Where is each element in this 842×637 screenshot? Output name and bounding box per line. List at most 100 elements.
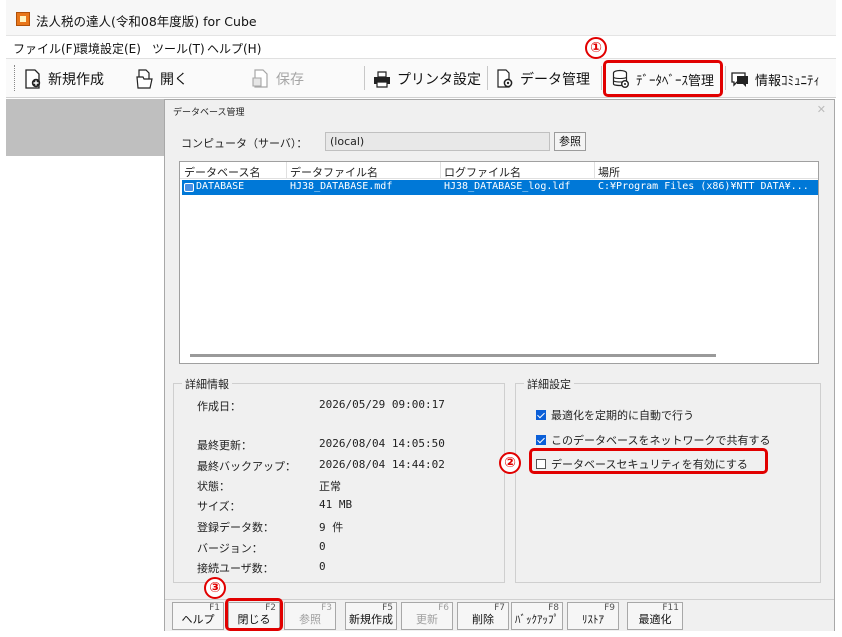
menu-file[interactable]: ファイル(F) <box>13 40 77 57</box>
fkey-label: ﾊﾞｯｸｱｯﾌﾟ <box>515 613 559 626</box>
network-share-label: このデータベースをネットワークで共有する <box>551 434 771 447</box>
column-location[interactable]: 場所 <box>598 164 620 180</box>
save-button-label: 保存 <box>276 72 304 88</box>
database-list[interactable]: データベース名 データファイル名 ログファイル名 場所 DATABASE HJ3… <box>179 161 819 364</box>
size-value: 41 MB <box>319 498 353 511</box>
f1-help-button[interactable]: F1 ヘルプ <box>172 602 224 630</box>
app-title: 法人税の達人(令和08年度版) for Cube <box>36 14 257 29</box>
checkbox-checked-icon <box>536 410 546 420</box>
info-community-button[interactable]: 情報ｺﾐｭﾆﾃｨ <box>731 63 820 95</box>
fkey-label: ヘルプ <box>181 613 215 626</box>
auto-optimize-label: 最適化を定期的に自動で行う <box>551 409 694 422</box>
new-document-icon <box>25 69 41 89</box>
toolbar-separator <box>601 66 602 90</box>
status-label: 状態： <box>197 480 230 493</box>
fkey-label: 参照 <box>299 613 321 626</box>
size-label: サイズ： <box>197 500 241 513</box>
horizontal-scrollbar[interactable] <box>190 354 716 357</box>
database-icon <box>184 183 194 192</box>
new-button[interactable]: 新規作成 <box>24 63 104 95</box>
last-updated-value: 2026/08/04 14:05:50 <box>319 437 445 450</box>
save-icon <box>252 69 268 88</box>
cell-location: C:¥Program Files (x86)¥NTT DATA¥... <box>598 181 809 192</box>
record-count-value: 9 件 <box>319 521 344 534</box>
toolbar-separator <box>364 66 365 90</box>
data-management-button[interactable]: データ管理 <box>496 63 590 95</box>
save-button[interactable]: 保存 <box>252 63 304 95</box>
speech-bubble-icon <box>731 72 748 87</box>
new-button-label: 新規作成 <box>48 72 104 88</box>
toolbar-separator <box>487 66 488 90</box>
info-community-label: 情報ｺﾐｭﾆﾃｨ <box>755 73 821 89</box>
column-log-file[interactable]: ログファイル名 <box>444 164 521 180</box>
checkbox-checked-icon <box>536 435 546 445</box>
annotation-2: ② <box>499 452 521 474</box>
f9-restore-button[interactable]: F9 ﾘｽﾄｱ <box>567 602 619 630</box>
f6-update-button[interactable]: F6 更新 <box>401 602 453 630</box>
printer-settings-button[interactable]: プリンタ設定 <box>373 63 481 95</box>
settings-group-title: 詳細設定 <box>524 376 574 392</box>
fkey-label: 最適化 <box>638 613 672 626</box>
last-backup-value: 2026/08/04 14:44:02 <box>319 458 445 471</box>
fkey-label: 更新 <box>416 613 438 626</box>
close-icon[interactable]: ✕ <box>817 103 826 116</box>
menu-settings[interactable]: 環境設定(E) <box>76 40 141 57</box>
title-bar: 法人税の達人(令和08年度版) for Cube <box>6 0 836 36</box>
data-document-gear-icon <box>497 69 513 88</box>
version-label: バージョン： <box>197 542 263 555</box>
open-folder-icon <box>136 69 153 89</box>
table-row[interactable]: DATABASE HJ38_DATABASE.mdf HJ38_DATABASE… <box>182 180 818 195</box>
last-backup-label: 最終バックアップ： <box>197 460 296 473</box>
record-count-label: 登録データ数： <box>197 521 274 534</box>
details-group-title: 詳細情報 <box>182 376 232 392</box>
f11-optimize-button[interactable]: F11 最適化 <box>627 602 683 630</box>
annotation-1: ① <box>585 37 607 59</box>
computer-label: コンピュータ（サーバ）： <box>181 137 308 150</box>
connected-users-value: 0 <box>319 560 326 573</box>
database-management-dialog: データベース管理 ✕ コンピュータ（サーバ）： (local) 参照 データベー… <box>164 99 835 631</box>
column-database-name[interactable]: データベース名 <box>184 164 260 180</box>
browse-button[interactable]: 参照 <box>554 132 586 151</box>
created-label: 作成日： <box>197 400 241 413</box>
data-management-label: データ管理 <box>520 72 590 88</box>
highlight-db-security-option <box>529 448 768 474</box>
column-data-file[interactable]: データファイル名 <box>290 164 378 180</box>
computer-server-field[interactable]: (local) <box>325 132 550 151</box>
highlight-database-management <box>603 60 723 97</box>
app-logo-icon <box>16 12 30 26</box>
open-button[interactable]: 開く <box>136 63 188 95</box>
menu-bar: ファイル(F) 環境設定(E) ツール(T) ヘルプ(H) <box>6 36 836 58</box>
cell-log-file: HJ38_DATABASE_log.ldf <box>444 181 571 192</box>
column-divider[interactable] <box>594 162 595 179</box>
settings-group: 詳細設定 最適化を定期的に自動で行う このデータベースをネットワークで共有する … <box>515 376 821 583</box>
network-share-checkbox[interactable]: このデータベースをネットワークで共有する <box>536 432 770 448</box>
auto-optimize-checkbox[interactable]: 最適化を定期的に自動で行う <box>536 407 694 423</box>
f3-browse-button[interactable]: F3 参照 <box>284 602 336 630</box>
fkey-label: 削除 <box>472 613 494 626</box>
annotation-3: ③ <box>204 577 226 599</box>
f7-delete-button[interactable]: F7 削除 <box>457 602 509 630</box>
menu-tools[interactable]: ツール(T) <box>152 40 205 57</box>
connected-users-label: 接続ユーザ数： <box>197 562 274 575</box>
f5-new-button[interactable]: F5 新規作成 <box>345 602 397 630</box>
toolbar-grip[interactable] <box>14 65 16 91</box>
f8-backup-button[interactable]: F8 ﾊﾞｯｸｱｯﾌﾟ <box>511 602 563 630</box>
menu-help[interactable]: ヘルプ(H) <box>207 40 261 57</box>
highlight-close-button <box>225 598 283 631</box>
toolbar-separator <box>725 66 726 90</box>
printer-settings-label: プリンタ設定 <box>397 72 481 88</box>
printer-icon <box>374 71 390 88</box>
column-divider[interactable] <box>440 162 441 179</box>
background-workspace <box>6 99 165 156</box>
column-divider[interactable] <box>286 162 287 179</box>
version-value: 0 <box>319 540 326 553</box>
open-button-label: 開く <box>160 72 188 88</box>
dialog-title: データベース管理 <box>173 108 245 118</box>
fkey-label: 新規作成 <box>349 613 393 626</box>
last-updated-label: 最終更新： <box>197 439 252 452</box>
fkey-label: ﾘｽﾄｱ <box>582 613 604 626</box>
cell-database-name: DATABASE <box>196 181 245 192</box>
details-group: 詳細情報 作成日： 2026/05/29 09:00:17 最終更新： 2026… <box>173 376 505 583</box>
created-value: 2026/05/29 09:00:17 <box>319 398 445 411</box>
status-value: 正常 <box>319 480 341 493</box>
